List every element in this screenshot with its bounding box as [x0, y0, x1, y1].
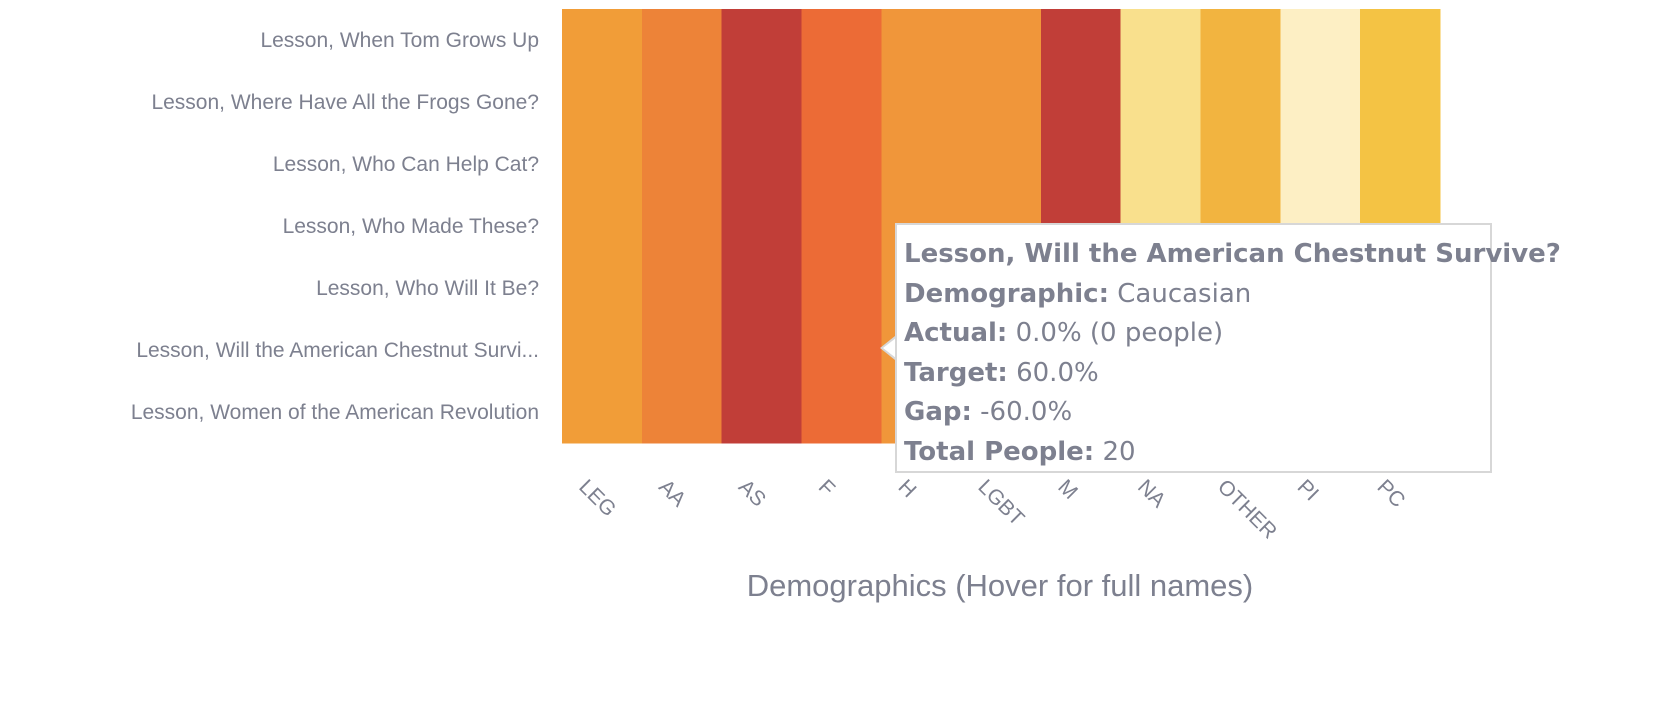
heatmap-cell[interactable]	[801, 9, 882, 72]
heatmap-cell[interactable]	[641, 257, 723, 320]
row-label: Lesson, Where Have All the Frogs Gone?	[151, 91, 539, 114]
column-label: AS	[734, 475, 770, 511]
column-label: PC	[1373, 475, 1410, 512]
column-label: NA	[1133, 475, 1170, 512]
heatmap-cell[interactable]	[1360, 133, 1441, 196]
heatmap-cell[interactable]	[641, 319, 723, 382]
x-axis-title: Demographics (Hover for full names)	[747, 568, 1254, 603]
heatmap-cell[interactable]	[562, 133, 643, 196]
heatmap-cell[interactable]	[562, 195, 643, 258]
tooltip: Lesson, Will the American Chestnut Survi…	[895, 223, 1561, 473]
heatmap-cell[interactable]	[721, 133, 803, 196]
heatmap-cell[interactable]	[562, 319, 643, 382]
heatmap-cell[interactable]	[881, 133, 962, 196]
tooltip-target-value: 60.0%	[1016, 357, 1099, 388]
heatmap-cell[interactable]	[721, 319, 803, 382]
row-label: Lesson, Who Can Help Cat?	[273, 153, 539, 176]
heatmap-cell[interactable]	[1360, 71, 1441, 134]
tooltip-demographic-label: Demographic:	[904, 278, 1109, 309]
heatmap-cell[interactable]	[721, 257, 803, 320]
row-label: Lesson, Who Made These?	[283, 215, 539, 238]
heatmap-cell[interactable]	[1120, 133, 1202, 196]
row-label: Lesson, When Tom Grows Up	[260, 29, 539, 52]
heatmap-cell[interactable]	[1200, 71, 1281, 134]
heatmap-cell[interactable]	[562, 71, 643, 134]
heatmap-cell[interactable]	[961, 9, 1042, 72]
tooltip-gap-label: Gap:	[904, 397, 972, 427]
heatmap-cell[interactable]	[801, 195, 882, 258]
heatmap-cell[interactable]	[562, 257, 643, 320]
column-label: LEG	[574, 475, 620, 521]
heatmap-cell[interactable]	[562, 381, 643, 444]
heatmap-cell[interactable]	[1040, 133, 1122, 196]
tooltip-demographic-line: Demographic: Caucasian	[904, 275, 1490, 315]
tooltip-actual-line: Actual: 0.0% (0 people)	[904, 314, 1490, 354]
column-label: H	[894, 475, 921, 502]
heatmap-cell[interactable]	[801, 381, 882, 444]
heatmap-cell[interactable]	[641, 195, 723, 258]
tooltip-total-line: Total People: 20	[904, 433, 1490, 473]
heatmap-cell[interactable]	[1120, 71, 1202, 134]
column-label: LGBT	[973, 475, 1028, 530]
heatmap-cell[interactable]	[641, 9, 723, 72]
tooltip-actual-label: Actual:	[904, 318, 1008, 348]
column-label: M	[1053, 475, 1082, 504]
heatmap-cell[interactable]	[1040, 9, 1122, 72]
tooltip-gap-value: -60.0%	[980, 397, 1073, 427]
heatmap-cell[interactable]	[1280, 9, 1361, 72]
heatmap-cell[interactable]	[1200, 9, 1281, 72]
row-label: Lesson, Women of the American Revolution	[131, 401, 539, 424]
heatmap-cell[interactable]	[562, 9, 643, 72]
column-labels: LEG AA AS F H LGBT M NA OTHER PI PC	[574, 475, 1409, 543]
heatmap-cell[interactable]	[721, 9, 803, 72]
heatmap-cell[interactable]	[801, 319, 882, 382]
column-label: F	[814, 475, 839, 500]
heatmap-cell[interactable]	[1360, 9, 1441, 72]
row-label: Lesson, Will the American Chestnut Survi…	[136, 339, 539, 362]
heatmap-cell[interactable]	[1200, 133, 1281, 196]
tooltip-total-value: 20	[1102, 436, 1136, 467]
tooltip-title: Lesson, Will the American Chestnut Survi…	[904, 239, 1561, 269]
heatmap-cell[interactable]	[801, 71, 882, 134]
row-labels: Lesson, When Tom Grows Up Lesson, Where H…	[131, 29, 539, 424]
heatmap-cell[interactable]	[721, 195, 803, 258]
tooltip-target-label: Target:	[904, 357, 1008, 388]
row-label: Lesson, Who Will It Be?	[316, 277, 539, 300]
heatmap-cell[interactable]	[721, 381, 803, 444]
heatmap-cell[interactable]	[1040, 71, 1122, 134]
column-label: PI	[1293, 475, 1323, 505]
heatmap-cell[interactable]	[881, 71, 962, 134]
heatmap-cell[interactable]	[961, 133, 1042, 196]
heatmap-cell[interactable]	[881, 9, 962, 72]
tooltip-target-line: Target: 60.0%	[904, 354, 1490, 394]
heatmap-cell[interactable]	[801, 257, 882, 320]
column-label: OTHER	[1213, 475, 1281, 543]
tooltip-gap-line: Gap: -60.0%	[904, 393, 1490, 433]
heatmap-cell[interactable]	[1120, 9, 1202, 72]
heatmap-cell[interactable]	[1280, 133, 1361, 196]
heatmap-cell[interactable]	[641, 133, 723, 196]
tooltip-total-label: Total People:	[904, 436, 1095, 467]
heatmap-cell[interactable]	[1280, 71, 1361, 134]
heatmap-cell[interactable]	[801, 133, 882, 196]
heatmap-cell[interactable]	[721, 71, 803, 134]
column-label: AA	[654, 475, 690, 511]
tooltip-demographic-value: Caucasian	[1117, 278, 1252, 309]
heatmap-cell[interactable]	[641, 71, 723, 134]
tooltip-actual-value: 0.0% (0 people)	[1015, 318, 1224, 348]
heatmap-cell[interactable]	[641, 381, 723, 444]
heatmap-cell[interactable]	[961, 71, 1042, 134]
